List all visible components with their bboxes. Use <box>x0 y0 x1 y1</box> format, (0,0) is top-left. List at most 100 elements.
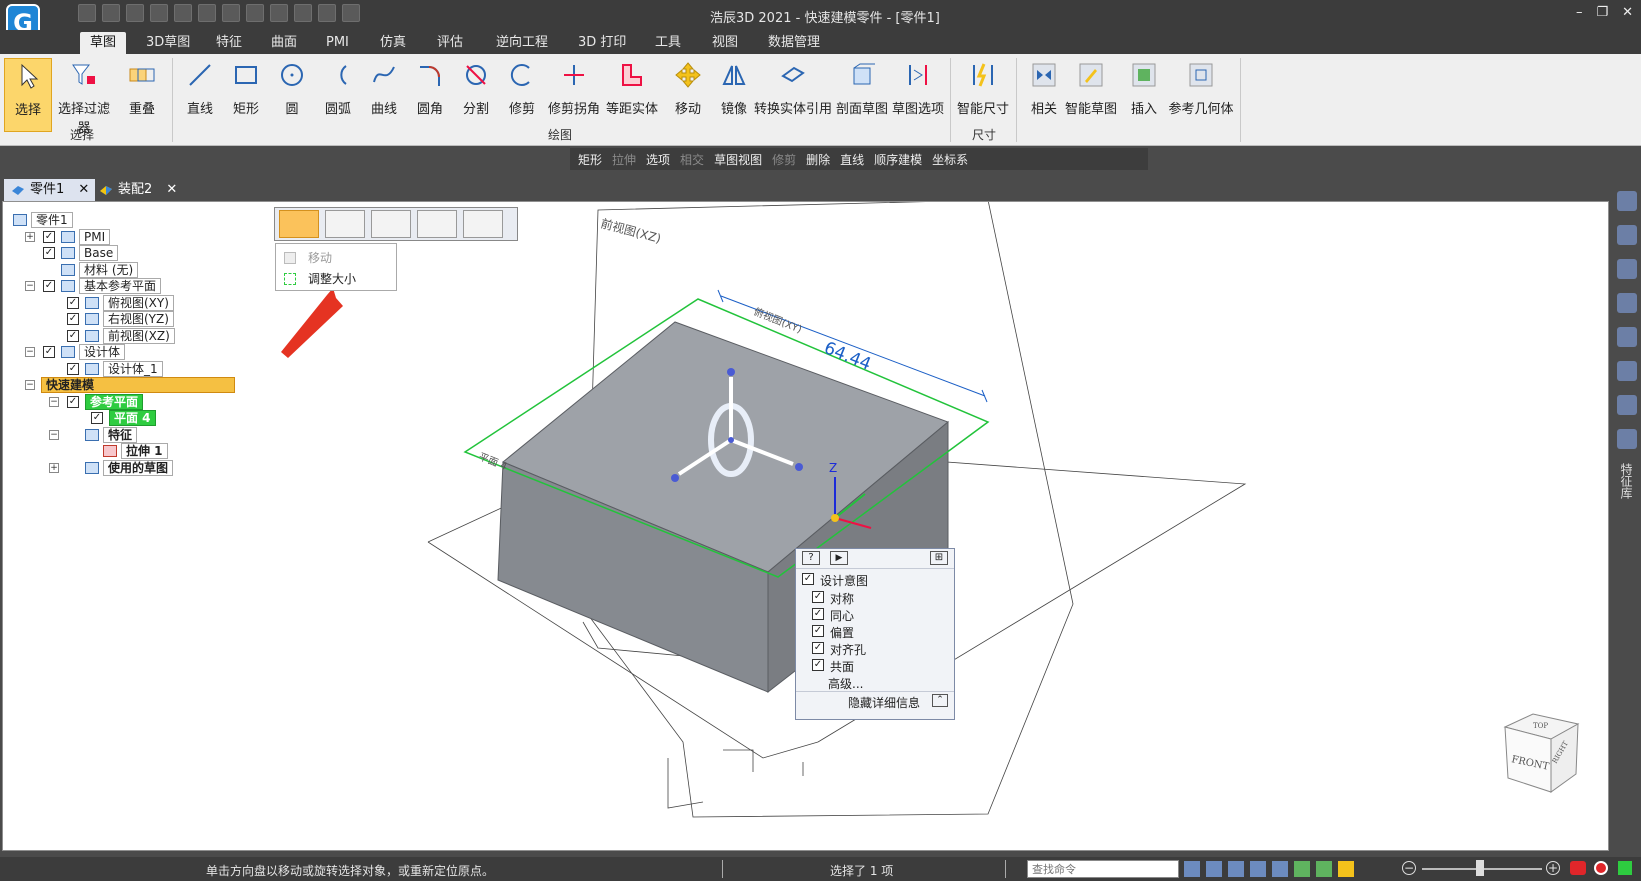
tab-evaluate[interactable]: 评估 <box>427 32 473 54</box>
shading-icon[interactable] <box>1316 861 1332 877</box>
intent-advanced-row[interactable]: 高级... <box>796 674 954 692</box>
offset-entity-button[interactable]: 等距实体 <box>604 58 660 132</box>
tab-data-management[interactable]: 数据管理 <box>758 32 830 54</box>
relations-button[interactable] <box>417 210 457 238</box>
hide-details-label[interactable]: 隐藏详细信息 <box>848 694 920 711</box>
tree-item-material[interactable]: 材料 (无) <box>11 261 251 279</box>
intent-design-row[interactable]: ✓ 设计意图 <box>796 571 954 589</box>
display-icon[interactable] <box>1338 861 1354 877</box>
intent-item-row[interactable]: ✓ 对称 <box>796 589 954 606</box>
close-tab-icon[interactable]: ✕ <box>166 182 177 197</box>
circle-button[interactable]: 圆 <box>268 58 316 132</box>
expand-icon[interactable]: + <box>25 231 35 242</box>
mirror-button[interactable]: 镜像 <box>710 58 758 132</box>
intent-item-row[interactable]: ✓ 对齐孔 <box>796 640 954 657</box>
repeat-icon[interactable] <box>246 4 264 22</box>
tree-item-used-sketches[interactable]: + 使用的草图 <box>11 459 251 477</box>
line-button[interactable]: 直线 <box>176 58 224 132</box>
intent-checkbox[interactable]: ✓ <box>812 642 824 654</box>
properties-icon[interactable] <box>174 4 192 22</box>
undo-icon[interactable] <box>198 4 216 22</box>
visibility-checkbox[interactable]: ✓ <box>67 329 79 342</box>
download-icon[interactable] <box>1618 861 1632 875</box>
rebuild-icon[interactable] <box>270 4 288 22</box>
tab-pmi[interactable]: PMI <box>316 32 359 54</box>
restore-button[interactable]: ❐ <box>1596 5 1608 20</box>
zoom-out-icon[interactable]: − <box>1402 861 1416 875</box>
visibility-checkbox[interactable]: ✓ <box>67 362 79 375</box>
visibility-checkbox[interactable]: ✓ <box>43 346 55 358</box>
visibility-checkbox[interactable]: ✓ <box>67 395 79 408</box>
align-button[interactable] <box>325 210 365 238</box>
zoom-slider-thumb[interactable] <box>1476 860 1484 876</box>
tree-item-design-body[interactable]: − ✓ 设计体 <box>11 344 251 361</box>
insert-button[interactable]: 插入 <box>1120 58 1168 132</box>
tab-surface[interactable]: 曲面 <box>261 32 307 54</box>
tree-item-ref-planes[interactable]: − ✓ 基本参考平面 <box>11 278 251 295</box>
doc-tab-part1[interactable]: 零件1 ✕ <box>4 179 96 201</box>
collapse-icon[interactable]: − <box>25 380 35 390</box>
visibility-checkbox[interactable]: ✓ <box>67 296 79 309</box>
visibility-checkbox[interactable]: ✓ <box>67 313 79 325</box>
collapse-icon[interactable]: − <box>49 396 59 407</box>
view-cube[interactable]: FRONT TOP RIGHT <box>1503 713 1580 793</box>
zoom-in-icon[interactable]: + <box>1546 861 1560 875</box>
intent-item-row[interactable]: ✓ 共面 <box>796 657 954 674</box>
fillet-button[interactable]: 圆角 <box>406 58 454 132</box>
advanced-link[interactable]: 高级... <box>828 675 863 692</box>
intent-item-row[interactable]: ✓ 同心 <box>796 606 954 623</box>
arc-button[interactable]: 圆弧 <box>314 58 362 132</box>
panel-palette-icon[interactable] <box>1616 327 1637 347</box>
tab-feature[interactable]: 特征 <box>206 32 252 54</box>
cmd-delete[interactable]: 删除 <box>806 151 830 168</box>
tab-sketch[interactable]: 草图 <box>80 32 127 54</box>
trim-button[interactable]: 修剪 <box>498 58 546 132</box>
options-icon[interactable] <box>294 4 312 22</box>
cmd-trim[interactable]: 修剪 <box>772 151 796 168</box>
tree-item-design-body-1[interactable]: ✓ 设计体_1 <box>11 360 251 378</box>
save-all-icon[interactable] <box>150 4 168 22</box>
tree-item-extrude1[interactable]: 拉伸 1 <box>11 443 251 460</box>
collapse-up-icon[interactable]: ⌃ <box>932 694 948 707</box>
tab-simulation[interactable]: 仿真 <box>370 32 416 54</box>
close-button[interactable]: ✕ <box>1622 5 1633 20</box>
visibility-checkbox[interactable]: ✓ <box>91 412 103 424</box>
visibility-checkbox[interactable]: ✓ <box>43 230 55 243</box>
sketch-options-button[interactable]: 草图选项 <box>890 58 946 132</box>
tree-item-part1[interactable]: 零件1 <box>11 212 251 229</box>
play-icon[interactable]: ▶ <box>830 551 848 565</box>
convert-entity-button[interactable]: 转换实体引用 <box>752 58 834 132</box>
smart-dimension-button[interactable]: 智能尺寸 <box>954 58 1012 132</box>
origin-button[interactable] <box>463 210 503 238</box>
intent-checkbox[interactable]: ✓ <box>812 608 824 620</box>
cmd-line[interactable]: 直线 <box>840 151 864 168</box>
rectangle-button[interactable]: 矩形 <box>222 58 270 132</box>
fit-icon[interactable] <box>1184 861 1200 877</box>
panel-layers-icon[interactable] <box>1616 259 1637 279</box>
pin-icon[interactable]: ⊞ <box>930 551 948 565</box>
tab-view[interactable]: 视图 <box>702 32 748 54</box>
cmd-rectangle[interactable]: 矩形 <box>578 151 602 168</box>
collapse-icon[interactable]: − <box>25 281 35 291</box>
copy-button[interactable] <box>371 210 411 238</box>
open-file-icon[interactable] <box>102 4 120 22</box>
tree-item-top-view[interactable]: ✓ 俯视图(XY) <box>11 294 251 312</box>
section-sketch-button[interactable]: 剖面草图 <box>836 58 888 132</box>
tab-3d-sketch[interactable]: 3D草图 <box>136 32 200 54</box>
collapse-icon[interactable]: − <box>25 347 35 357</box>
collapse-icon[interactable]: − <box>49 429 59 440</box>
tree-item-front-view[interactable]: ✓ 前视图(XZ) <box>11 327 251 345</box>
relations-button[interactable]: 相关 <box>1020 58 1068 132</box>
tree-item-pmi[interactable]: + ✓ PMI <box>11 228 251 246</box>
save-icon[interactable] <box>126 4 144 22</box>
doc-tab-assembly2[interactable]: 装配2 ✕ <box>92 179 183 201</box>
cmd-extrude[interactable]: 拉伸 <box>612 151 636 168</box>
curve-button[interactable]: 曲线 <box>360 58 408 132</box>
view-orient-icon[interactable] <box>1294 861 1310 877</box>
panel-camera-icon[interactable] <box>1616 395 1637 415</box>
intent-checkbox[interactable]: ✓ <box>812 659 824 671</box>
menu-item-resize[interactable]: 调整大小 <box>284 270 356 287</box>
select-filter-button[interactable]: 选择过滤器 <box>52 58 116 136</box>
customize-dropdown-icon[interactable] <box>342 4 360 22</box>
panel-help-icon[interactable] <box>1616 225 1637 245</box>
